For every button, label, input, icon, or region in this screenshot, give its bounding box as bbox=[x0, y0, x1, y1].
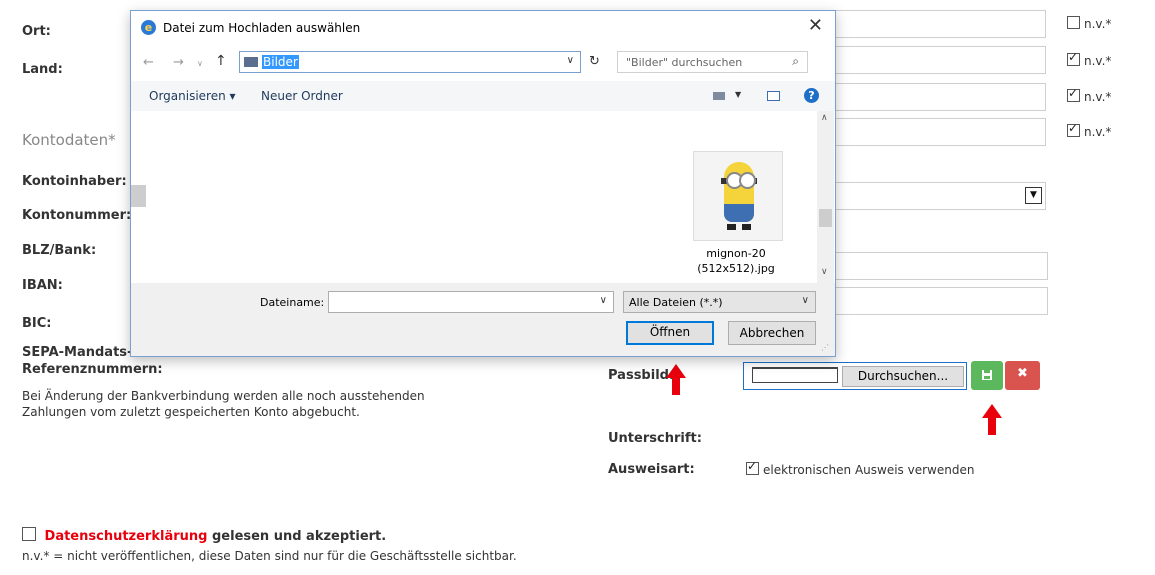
vertical-scrollbar[interactable]: ∧ ∨ bbox=[817, 111, 834, 283]
left-scroll-thumb[interactable] bbox=[131, 185, 146, 207]
bank-note-line1: Bei Änderung der Bankverbindung werden a… bbox=[22, 389, 425, 403]
file-list-area: mignon-20 (512x512).jpg ∧ ∨ bbox=[131, 111, 835, 283]
search-placeholder: "Bilder" durchsuchen bbox=[626, 56, 743, 69]
nv-option-1[interactable]: n.v.* bbox=[1067, 16, 1111, 32]
nv-checkbox[interactable] bbox=[1067, 86, 1080, 102]
internet-explorer-icon: e bbox=[141, 20, 156, 35]
nv-option-2[interactable]: n.v.* bbox=[1067, 50, 1112, 69]
view-options-icon[interactable] bbox=[713, 92, 725, 100]
nv-option-4[interactable]: n.v.* bbox=[1067, 121, 1112, 140]
footnote: n.v.* = nicht veröffentlichen, diese Dat… bbox=[22, 549, 517, 563]
chevron-down-icon[interactable]: ∨ bbox=[567, 55, 574, 66]
dialog-title: Datei zum Hochladen auswählen bbox=[163, 21, 361, 35]
ort-input[interactable] bbox=[830, 10, 1046, 38]
save-button[interactable] bbox=[971, 361, 1003, 390]
nv-label: n.v.* bbox=[1084, 54, 1112, 68]
bic-input[interactable] bbox=[830, 287, 1048, 315]
ort-label: Ort: bbox=[22, 24, 51, 39]
new-folder-button[interactable]: Neuer Ordner bbox=[261, 89, 343, 103]
iban-input[interactable] bbox=[830, 252, 1048, 280]
scroll-thumb[interactable] bbox=[819, 209, 832, 227]
privacy-checkbox[interactable] bbox=[22, 527, 36, 541]
privacy-link[interactable]: Datenschutzerklärung bbox=[45, 529, 208, 544]
nv-checkbox[interactable] bbox=[1067, 16, 1080, 29]
dialog-navbar: ← → ∨ ↑ Bilder ∨ ↻ "Bilder" durchsuchen … bbox=[131, 43, 835, 81]
blz-label: BLZ/Bank: bbox=[22, 243, 97, 258]
floppy-icon bbox=[982, 370, 992, 380]
refresh-icon[interactable]: ↻ bbox=[589, 54, 600, 69]
bank-note-line2: Zahlungen vom zuletzt gespeicherten Kont… bbox=[22, 405, 360, 419]
address-input-4[interactable] bbox=[830, 118, 1046, 146]
browse-button[interactable]: Durchsuchen... bbox=[842, 366, 964, 387]
bic-label: BIC: bbox=[22, 316, 52, 331]
open-button[interactable]: Öffnen bbox=[626, 321, 714, 345]
passbild-file-input[interactable]: Durchsuchen... bbox=[743, 362, 967, 390]
nv-label: n.v.* bbox=[1084, 90, 1112, 104]
file-name-line2: (512x512).jpg bbox=[697, 262, 775, 275]
ausweis-checkbox-option[interactable]: elektronischen Ausweis verwenden bbox=[746, 459, 975, 478]
nv-label: n.v.* bbox=[1084, 125, 1112, 139]
dialog-toolbar: Organisieren ▾ Neuer Ordner ▼ ? bbox=[131, 81, 835, 111]
ausweis-checkbox[interactable] bbox=[746, 459, 759, 475]
privacy-text: gelesen und akzeptiert. bbox=[211, 529, 387, 544]
resize-grip-icon[interactable]: ⋰ bbox=[821, 343, 829, 352]
file-upload-dialog: e Datei zum Hochladen auswählen ✕ ← → ∨ … bbox=[130, 10, 836, 357]
chevron-down-icon[interactable]: ∨ bbox=[802, 295, 809, 306]
folder-icon bbox=[244, 57, 258, 67]
filetype-select[interactable]: Alle Dateien (*.*) ∨ bbox=[623, 291, 816, 313]
kontoinhaber-select[interactable]: ▼ bbox=[830, 182, 1046, 210]
back-icon[interactable]: ← bbox=[143, 55, 154, 70]
help-icon[interactable]: ? bbox=[804, 88, 819, 103]
file-name-box bbox=[752, 367, 838, 383]
passbild-label: Passbild: bbox=[608, 368, 675, 383]
scroll-down-icon[interactable]: ∨ bbox=[821, 267, 828, 277]
filetype-value: Alle Dateien (*.*) bbox=[629, 296, 723, 309]
filename-input[interactable]: ∨ bbox=[328, 291, 614, 313]
close-icon: ✖ bbox=[1017, 366, 1028, 381]
chevron-down-icon[interactable]: ▼ bbox=[1025, 187, 1042, 204]
ausweis-checkbox-label: elektronischen Ausweis verwenden bbox=[763, 463, 975, 477]
address-input-3[interactable] bbox=[830, 83, 1046, 111]
organize-menu[interactable]: Organisieren ▾ bbox=[149, 89, 236, 103]
ausweisart-label: Ausweisart: bbox=[608, 462, 695, 477]
history-chevron-icon[interactable]: ∨ bbox=[197, 59, 203, 68]
unterschrift-label: Unterschrift: bbox=[608, 431, 702, 446]
up-icon[interactable]: ↑ bbox=[215, 53, 227, 69]
cancel-button[interactable]: Abbrechen bbox=[728, 321, 816, 345]
nv-checkbox[interactable] bbox=[1067, 121, 1080, 137]
nv-option-3[interactable]: n.v.* bbox=[1067, 86, 1112, 105]
kontonummer-label: Kontonummer: bbox=[22, 208, 132, 223]
nv-checkbox[interactable] bbox=[1067, 50, 1080, 66]
address-bar[interactable]: Bilder ∨ bbox=[239, 51, 581, 73]
chevron-down-icon[interactable]: ▼ bbox=[735, 90, 741, 99]
search-box[interactable]: "Bilder" durchsuchen ⌕ bbox=[617, 51, 808, 73]
nv-label: n.v.* bbox=[1084, 17, 1112, 31]
search-icon[interactable]: ⌕ bbox=[792, 54, 799, 69]
sepa-label-line2: Referenznummern: bbox=[22, 362, 163, 377]
red-arrow-icon bbox=[982, 404, 1002, 435]
red-arrow-icon bbox=[666, 364, 686, 395]
image-thumbnail bbox=[693, 151, 783, 241]
kontodaten-heading: Kontodaten* bbox=[22, 131, 116, 149]
dialog-titlebar: e Datei zum Hochladen auswählen ✕ bbox=[131, 11, 835, 43]
scroll-up-icon[interactable]: ∧ bbox=[821, 113, 828, 123]
privacy-acceptance[interactable]: Datenschutzerklärung gelesen und akzepti… bbox=[22, 527, 386, 544]
land-label: Land: bbox=[22, 62, 63, 77]
iban-label: IBAN: bbox=[22, 278, 63, 293]
preview-pane-icon[interactable] bbox=[767, 91, 780, 101]
chevron-down-icon[interactable]: ∨ bbox=[600, 295, 607, 306]
forward-icon[interactable]: → bbox=[173, 55, 184, 70]
sepa-label-line1: SEPA-Mandats- bbox=[22, 345, 133, 360]
kontoinhaber-label: Kontoinhaber: bbox=[22, 174, 127, 189]
filename-label: Dateiname: bbox=[260, 296, 325, 309]
file-item[interactable]: mignon-20 (512x512).jpg bbox=[671, 111, 801, 283]
dialog-footer: Dateiname: ∨ Alle Dateien (*.*) ∨ Öffnen… bbox=[131, 283, 835, 356]
land-input[interactable] bbox=[830, 46, 1046, 74]
delete-button[interactable]: ✖ bbox=[1005, 361, 1040, 390]
close-icon[interactable]: ✕ bbox=[808, 15, 823, 36]
file-name-line1: mignon-20 bbox=[706, 247, 766, 260]
address-value: Bilder bbox=[262, 55, 299, 69]
